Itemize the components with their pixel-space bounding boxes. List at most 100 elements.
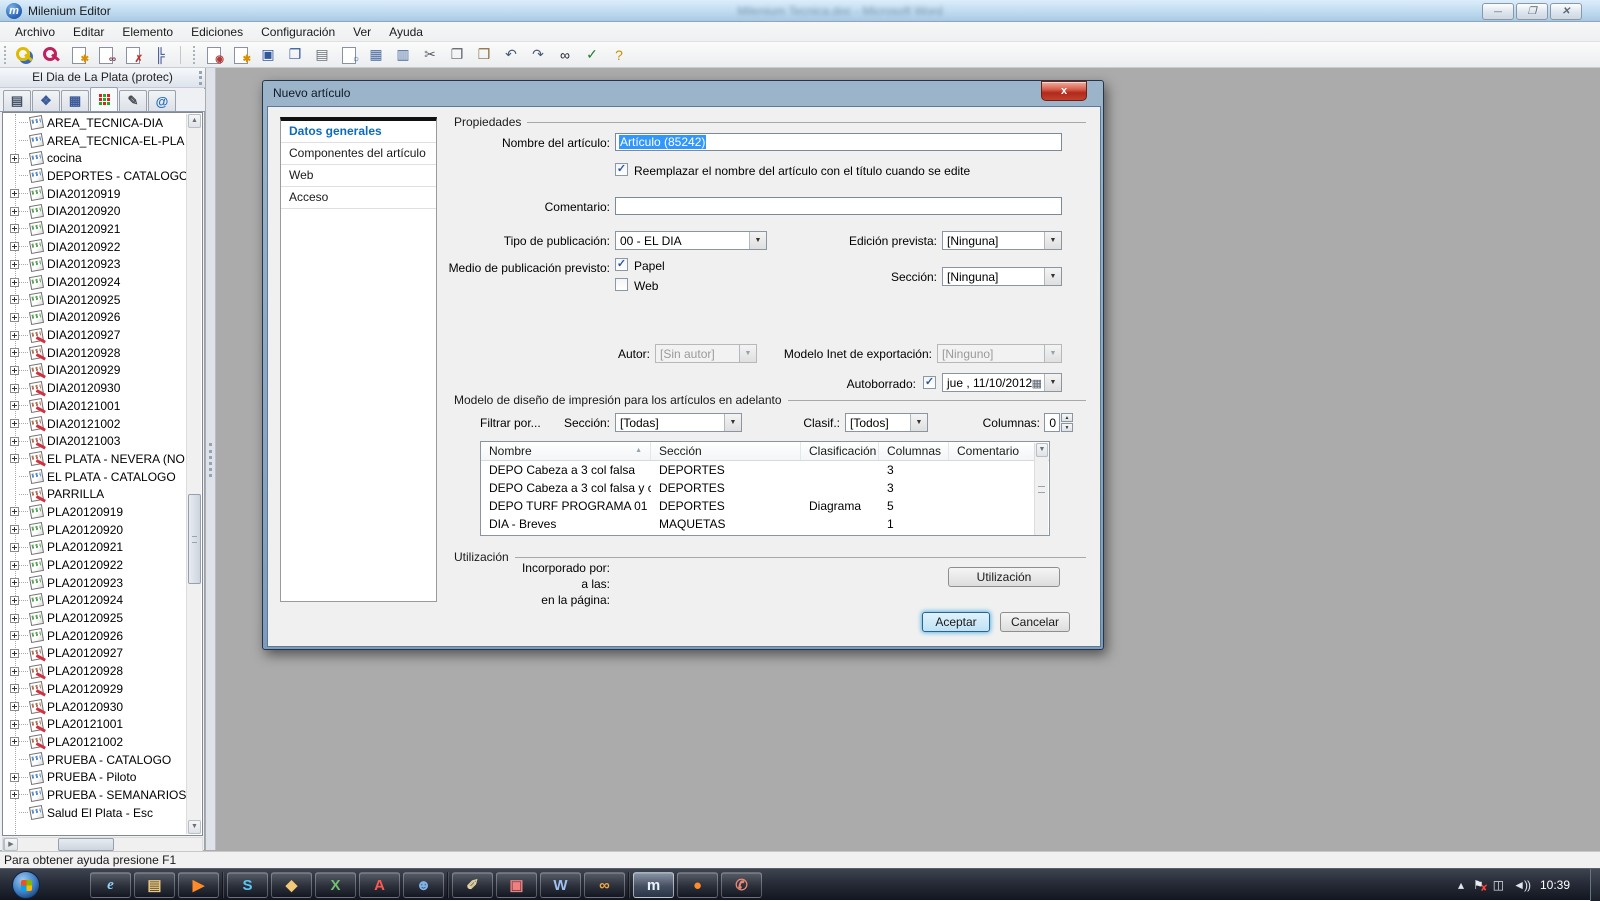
tray-network-icon[interactable]: ◫ [1493, 878, 1503, 892]
tree-item[interactable]: DIA20120922 [3, 238, 187, 256]
tab-models-icon[interactable] [90, 87, 118, 111]
tree-item[interactable]: DIA20120924 [3, 273, 187, 291]
column-header-nombre[interactable]: Nombre ▲ [481, 442, 651, 460]
new-publication-icon[interactable] [13, 44, 37, 66]
columnas-input[interactable]: 0 [1044, 413, 1060, 432]
tree-expander[interactable] [10, 207, 19, 216]
tree-expander[interactable] [10, 189, 19, 198]
tree-expander[interactable] [10, 384, 19, 393]
menu-item[interactable]: Archivo [8, 23, 62, 41]
tree-expander[interactable] [10, 224, 19, 233]
tab-publications-icon[interactable]: ❖ [32, 90, 60, 111]
taskbar-msn-icon[interactable]: ∞ [584, 872, 625, 898]
tree-item[interactable]: PARRILLA [3, 485, 187, 503]
tree-item[interactable]: DIA20121003 [3, 432, 187, 450]
show-desktop-button[interactable] [1590, 869, 1600, 901]
scroll-down-icon[interactable]: ▼ [188, 820, 201, 834]
tree-item[interactable]: PLA20120928 [3, 662, 187, 680]
tree-item[interactable]: PLA20120926 [3, 627, 187, 645]
tree-item[interactable]: DIA20120928 [3, 344, 187, 362]
dropdown-arrow-icon[interactable] [1044, 374, 1061, 391]
tree-item[interactable]: DIA20120925 [3, 291, 187, 309]
web-label[interactable]: Web [634, 279, 658, 293]
filtro-clasif-select[interactable]: [Todos] [845, 413, 928, 432]
taskbar-media-player-icon[interactable]: ▶ [178, 872, 219, 898]
redo-icon[interactable]: ↷ [526, 44, 550, 66]
tree-item[interactable]: PLA20120929 [3, 680, 187, 698]
taskbar-phone-icon[interactable]: ✆ [721, 872, 762, 898]
taskbar-security-icon[interactable]: ◆ [271, 872, 312, 898]
column-header-clasificacion[interactable]: Clasificación [801, 442, 879, 460]
seccion-select[interactable]: [Ninguna] [942, 267, 1062, 286]
tree-item[interactable]: PLA20120921 [3, 539, 187, 557]
save-icon[interactable]: ▣ [256, 44, 280, 66]
tray-flag-icon[interactable]: ⚑ [1473, 878, 1483, 892]
tree-item[interactable]: DIA20120929 [3, 362, 187, 380]
tree-expander[interactable] [10, 720, 19, 729]
tree-item[interactable]: PLA20120922 [3, 556, 187, 574]
delete-element-icon[interactable]: ✗ [121, 44, 145, 66]
catalog-icon[interactable]: ▦ [364, 44, 388, 66]
dialog-nav-item[interactable]: Web [281, 165, 436, 187]
scroll-down-icon[interactable]: ▼ [1036, 443, 1048, 457]
cut-icon[interactable]: ✂ [418, 44, 442, 66]
menu-item[interactable]: Ediciones [184, 23, 250, 41]
print-icon[interactable]: ▤ [310, 44, 334, 66]
tree-item[interactable]: DIA20120930 [3, 379, 187, 397]
find-icon[interactable]: ∞ [553, 44, 577, 66]
sidebar-splitter[interactable] [206, 68, 216, 850]
tree-expander[interactable] [10, 578, 19, 587]
update-element-icon[interactable]: ◉ [202, 44, 226, 66]
papel-checkbox[interactable]: ✓ [615, 258, 628, 271]
menu-item[interactable]: Ayuda [382, 23, 430, 41]
taskbar-contacts-icon[interactable]: ☻ [403, 872, 444, 898]
scroll-up-icon[interactable]: ▲ [188, 114, 201, 128]
tree-expander[interactable] [10, 242, 19, 251]
papel-label[interactable]: Papel [634, 259, 665, 273]
menu-item[interactable]: Elemento [115, 23, 180, 41]
tree-expander[interactable] [10, 631, 19, 640]
tree-expander[interactable] [10, 260, 19, 269]
tree-expander[interactable] [10, 525, 19, 534]
tree-item[interactable]: DIA20120923 [3, 256, 187, 274]
reemplazar-checkbox[interactable]: ✓ [615, 163, 628, 176]
undo-icon[interactable]: ↶ [499, 44, 523, 66]
taskbar-design-icon[interactable]: ✐ [452, 872, 493, 898]
tray-volume-icon[interactable]: ◄)) [1513, 878, 1530, 892]
open-publication-icon[interactable] [40, 44, 64, 66]
clock[interactable]: 10:39 [1540, 878, 1570, 892]
tree-item[interactable]: PLA20120930 [3, 698, 187, 716]
tree-item[interactable]: DIA20121001 [3, 397, 187, 415]
web-checkbox[interactable] [615, 278, 628, 291]
taskbar-firefox-icon[interactable]: ● [677, 872, 718, 898]
tree-item[interactable]: PLA20120920 [3, 521, 187, 539]
dialog-close-button[interactable]: x [1041, 81, 1087, 101]
tree-expander[interactable] [10, 737, 19, 746]
dropdown-arrow-icon[interactable] [749, 232, 766, 249]
calendar-icon[interactable] [1032, 376, 1044, 390]
tree-expander[interactable] [10, 790, 19, 799]
tree-item[interactable]: DIA20121002 [3, 415, 187, 433]
tree-item[interactable]: PLA20120925 [3, 609, 187, 627]
reemplazar-label[interactable]: Reemplazar el nombre del artículo con el… [634, 164, 970, 178]
tree-item[interactable]: PLA20121002 [3, 733, 187, 751]
tree-expander[interactable] [10, 419, 19, 428]
new-element-icon[interactable]: ✱ [67, 44, 91, 66]
tab-plans-icon[interactable]: ▦ [61, 90, 89, 111]
dropdown-arrow-icon[interactable] [1044, 232, 1061, 249]
tree-expander[interactable] [10, 649, 19, 658]
taskbar-imaging-icon[interactable]: ▣ [496, 872, 537, 898]
taskbar-word-icon[interactable]: W [540, 872, 581, 898]
taskbar-acrobat-icon[interactable]: A [359, 872, 400, 898]
view-element-icon[interactable]: ∞ [94, 44, 118, 66]
tree-expander[interactable] [10, 454, 19, 463]
tree-item[interactable]: DEPORTES - CATALOGO [3, 167, 187, 185]
autoborrado-date-picker[interactable]: jue , 11/10/2012 [942, 373, 1062, 392]
menu-item[interactable]: Editar [66, 23, 111, 41]
spin-down-icon[interactable]: ▼ [1061, 423, 1073, 432]
tree-item[interactable]: PRUEBA - Piloto [3, 768, 187, 786]
tray-expand-icon[interactable]: ▴ [1458, 878, 1463, 892]
tree-item[interactable]: DIA20120927 [3, 326, 187, 344]
tree-item[interactable]: PRUEBA - CATALOGO [3, 751, 187, 769]
toolbar-grip[interactable] [4, 46, 10, 64]
